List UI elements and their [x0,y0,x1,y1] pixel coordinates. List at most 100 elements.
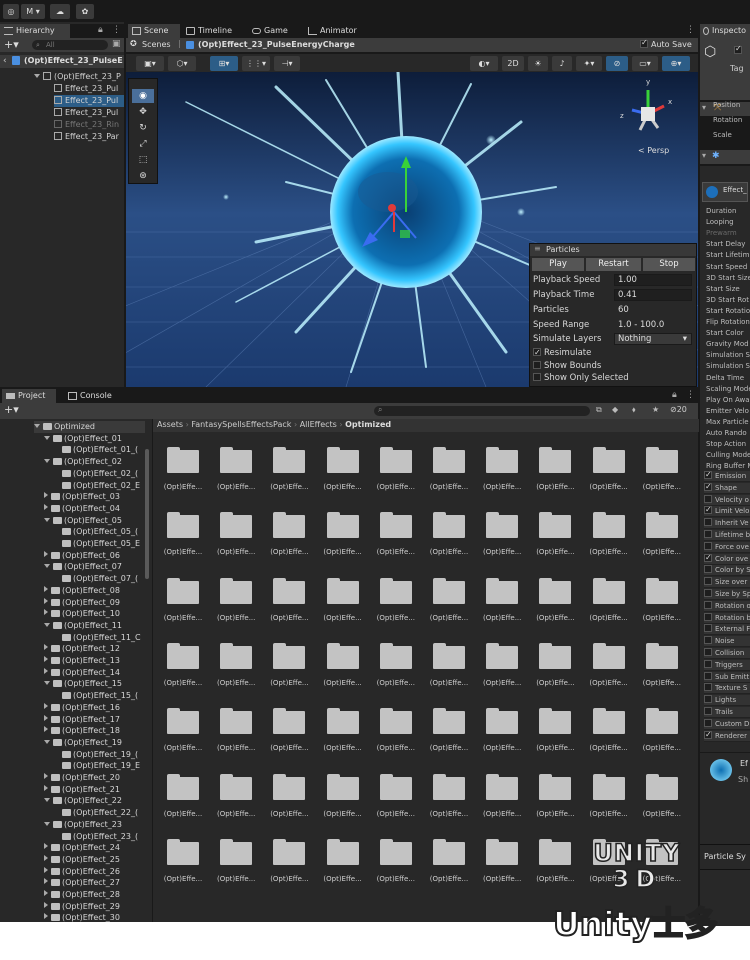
module-checkbox[interactable] [704,718,712,727]
asset-folder[interactable]: (Opt)Effe... [267,512,311,556]
tab-console[interactable]: Console [64,389,122,403]
asset-folder[interactable]: (Opt)Effe... [214,708,258,752]
module-row[interactable]: Collision [704,648,750,659]
chevron-right-icon[interactable] [44,609,48,616]
tab-hierarchy[interactable]: Hierarchy [0,24,70,38]
tree-folder-row[interactable]: (Opt)Effect_05_( [62,526,138,538]
asset-folder[interactable]: (Opt)Effe... [587,447,631,491]
tree-folder-row[interactable]: (Opt)Effect_25 [44,854,120,866]
asset-folder[interactable]: (Opt)Effe... [161,838,205,883]
module-checkbox[interactable] [704,504,712,515]
asset-folder[interactable]: (Opt)Effe... [640,642,684,687]
tree-folder-row[interactable]: (Opt)Effect_15 [44,678,122,690]
asset-folder[interactable]: (Opt)Effe... [533,577,577,622]
asset-folder[interactable]: (Opt)Effe... [214,447,258,491]
tree-folder-row[interactable]: (Opt)Effect_02_( [62,468,138,480]
asset-folder[interactable]: (Opt)Effe... [533,838,577,883]
chevron-down-icon[interactable] [44,739,50,744]
account-button[interactable]: M ▾ [21,4,45,19]
module-row[interactable]: External F [704,624,750,636]
module-checkbox[interactable] [704,481,712,492]
cloud-icon[interactable]: ☁ [50,4,70,19]
asset-folder[interactable]: (Opt)Effe... [640,512,684,556]
tree-folder-row[interactable]: (Opt)Effect_28 [44,889,120,901]
add-icon[interactable]: +▾ [4,38,19,51]
scale-tool-icon[interactable]: ⤢ [132,137,154,151]
chevron-right-icon[interactable] [44,773,48,779]
asset-folder[interactable]: (Opt)Effe... [321,512,365,556]
asset-folder[interactable]: (Opt)Effe... [374,577,418,622]
asset-folder[interactable]: (Opt)Effe... [267,577,311,622]
asset-folder[interactable]: (Opt)Effe... [427,642,471,687]
asset-folder[interactable]: (Opt)Effe... [480,642,524,687]
asset-folder[interactable]: (Opt)Effe... [214,642,258,687]
tree-folder-row[interactable]: (Opt)Effect_20 [44,772,120,784]
asset-folder[interactable]: (Opt)Effe... [321,708,365,752]
breadcrumb-scenes[interactable]: Scenes [142,40,171,49]
effect-module-header[interactable]: Effect_ [702,182,748,202]
tab-inspector[interactable]: Inspecto [700,24,750,38]
tree-folder-row[interactable]: (Opt)Effect_08 [44,585,120,597]
tree-folder-row[interactable]: (Opt)Effect_30 [44,912,120,924]
draw-mode-button[interactable]: ▣▾ [136,56,164,71]
asset-folder[interactable]: (Opt)Effe... [640,773,684,818]
tab-animator[interactable]: Animator [304,24,368,38]
asset-folder[interactable]: (Opt)Effe... [161,773,205,818]
effects-button[interactable]: ✦▾ [576,56,602,71]
lighting-button[interactable]: ☀ [528,56,548,71]
tree-folder-row[interactable]: (Opt)Effect_19_( [62,749,138,761]
show-only-selected-toggle[interactable]: Show Only Selected [533,371,629,385]
asset-folder[interactable]: (Opt)Effe... [374,447,418,491]
module-row[interactable]: Color by S [704,565,750,577]
chevron-right-icon[interactable] [44,890,48,896]
tree-folder-row[interactable]: (Opt)Effect_05 [44,515,122,527]
asset-folder[interactable]: (Opt)Effe... [374,773,418,818]
asset-folder[interactable]: (Opt)Effe... [480,512,524,556]
tree-folder-row[interactable]: (Opt)Effect_03 [44,491,120,503]
asset-folder[interactable]: (Opt)Effe... [267,642,311,687]
shading-mode-button[interactable]: ◐▾ [470,56,498,71]
chevron-down-icon[interactable] [44,622,50,627]
asset-folder[interactable]: (Opt)Effe... [214,512,258,556]
asset-folder[interactable]: (Opt)Effe... [640,577,684,622]
module-checkbox[interactable] [704,624,712,633]
particle-system-header[interactable]: ▾ ✱ [700,150,750,164]
asset-folder[interactable]: (Opt)Effe... [161,642,205,687]
hierarchy-row-selected[interactable]: Effect_23_Pul [54,95,124,107]
crumb-pack[interactable]: FantasySpellsEffectsPack [191,420,291,429]
chevron-down-icon[interactable] [44,435,50,440]
tree-scrollbar[interactable] [145,449,149,579]
tree-folder-row[interactable]: (Opt)Effect_19_E [62,760,140,772]
align-button[interactable]: ⊣▾ [274,56,300,71]
lock-icon[interactable]: 🔒︎ [672,390,677,400]
asset-folder[interactable]: (Opt)Effe... [214,577,258,622]
module-checkbox[interactable] [704,695,712,704]
asset-folder[interactable]: (Opt)Effe... [161,708,205,752]
more-menu-icon[interactable]: ⋮ [686,25,695,35]
hierarchy-row[interactable]: Effect_23_Par [54,131,119,143]
hierarchy-row[interactable]: Effect_23_Pul [54,83,118,95]
asset-folder[interactable]: (Opt)Effe... [214,773,258,818]
tree-root-optimized[interactable]: Optimized [34,421,145,433]
asset-folder[interactable]: (Opt)Effe... [214,838,258,883]
module-checkbox[interactable] [704,494,712,503]
module-row[interactable]: Renderer [704,729,750,742]
drag-handle-icon[interactable]: ≡ [534,244,541,253]
asset-folder[interactable]: (Opt)Effe... [427,577,471,622]
show-only-selected-checkbox[interactable] [533,373,541,381]
tree-folder-row[interactable]: (Opt)Effect_13 [44,655,120,667]
module-checkbox[interactable] [704,530,712,538]
search-by-type-icon[interactable]: ⧉ [596,405,602,415]
chevron-down-icon[interactable] [44,517,50,522]
add-asset-icon[interactable]: +▾ [4,403,19,416]
render-mode-button[interactable]: ⬡▾ [168,56,196,71]
module-row[interactable]: Limit Velo [704,504,750,518]
chevron-down-icon[interactable] [44,459,50,464]
crumb-assets[interactable]: Assets [157,420,183,429]
module-checkbox[interactable] [704,648,712,656]
module-row[interactable]: Size by Sp [704,589,750,600]
tab-project[interactable]: Project [2,389,56,403]
module-row[interactable]: Noise [704,636,750,648]
favorite-star-icon[interactable]: ★ [652,405,659,414]
filter-icon[interactable]: ▣ [112,39,121,49]
